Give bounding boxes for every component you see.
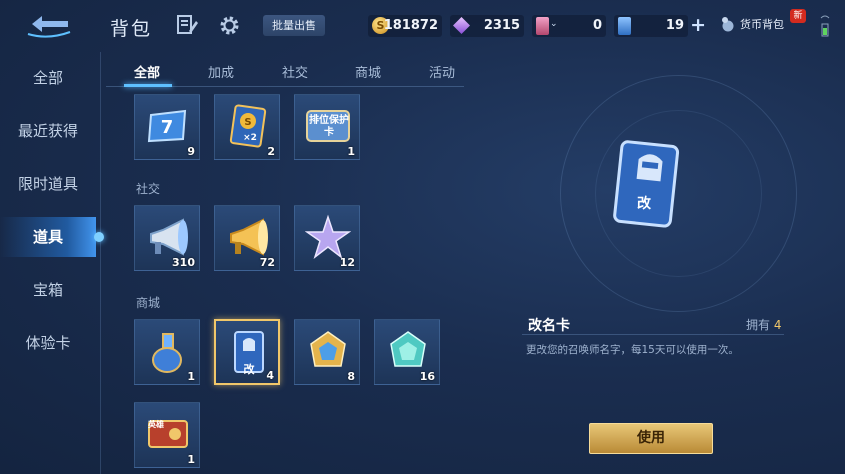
item-slot-double-gold-card[interactable]: S ×2 2 xyxy=(214,94,280,160)
item-description: 更改您的召唤师名字，每15天可以使用一次。 xyxy=(526,344,739,356)
pink-card-resource[interactable]: ⌄ 0 xyxy=(532,15,606,37)
sidebar-item-limited[interactable]: 限时道具 xyxy=(0,164,96,204)
tab-events[interactable]: 活动 xyxy=(429,62,455,81)
add-icon[interactable]: + xyxy=(690,14,706,36)
loudspeaker-icon xyxy=(150,218,188,256)
chevron-down-icon: ⌄ xyxy=(550,19,558,29)
edit-icon[interactable] xyxy=(177,15,199,35)
item-slot-rename-card[interactable]: 改 4 xyxy=(214,319,280,385)
golden-horn-icon xyxy=(230,218,268,256)
item-slot-gold-crystal[interactable]: 8 xyxy=(294,319,360,385)
star-icon xyxy=(305,214,351,260)
potion-bottle-icon xyxy=(152,333,182,373)
blue-card-resource: 19 + xyxy=(614,14,706,37)
category-tabs: 全部 加成 社交 商城 活动 xyxy=(106,58,464,87)
svg-text:7: 7 xyxy=(161,117,174,138)
sidebar-item-all[interactable]: 全部 xyxy=(0,58,96,98)
item-slot-star[interactable]: 12 xyxy=(294,205,360,271)
tab-bonus[interactable]: 加成 xyxy=(208,62,234,81)
tab-social[interactable]: 社交 xyxy=(282,62,308,81)
currency-bag-button[interactable]: 货币背包 xyxy=(740,16,784,32)
new-badge: 新 xyxy=(790,9,806,23)
diamond-icon xyxy=(453,17,470,34)
top-bar: 背包 批量出售 S 181872 2315 ⌄ 0 19 + 货币背包 新 xyxy=(0,0,845,52)
owned-count: 拥有 4 xyxy=(746,318,782,332)
pink-card-icon xyxy=(536,17,549,35)
item-slot-jade-crystal[interactable]: 16 xyxy=(374,319,440,385)
page-title: 背包 xyxy=(110,18,153,40)
item-slot-rank-protection-card[interactable]: 排位保护卡 1 xyxy=(294,94,360,160)
gear-icon[interactable] xyxy=(219,15,240,36)
gold-resource: S 181872 xyxy=(368,15,442,37)
7-day-card-icon: 7 xyxy=(147,109,187,143)
back-icon[interactable] xyxy=(22,10,74,38)
hero-card-icon xyxy=(148,420,188,448)
gold-crystal-icon xyxy=(310,331,346,367)
sidebar-item-props[interactable]: 道具 xyxy=(0,217,96,257)
coin-bag-icon xyxy=(722,17,734,32)
sidebar-divider xyxy=(100,52,101,474)
item-slot-loudspeaker[interactable]: 310 xyxy=(134,205,200,271)
blue-card-icon xyxy=(618,17,631,35)
item-slot-golden-horn[interactable]: 72 xyxy=(214,205,280,271)
item-slot-7-day-card[interactable]: 7 9 xyxy=(134,94,200,160)
signal-battery-icon xyxy=(820,15,830,37)
svg-text:S: S xyxy=(244,117,251,128)
diamond-resource: 2315 xyxy=(450,15,524,37)
svg-text:×2: ×2 xyxy=(243,133,257,143)
batch-sell-button[interactable]: 批量出售 xyxy=(263,15,325,36)
double-gold-card-icon: S ×2 xyxy=(229,104,267,148)
rename-card-large-icon xyxy=(613,140,680,228)
item-slot-hero-card[interactable]: 英雄 1 xyxy=(134,402,200,468)
tab-all[interactable]: 全部 xyxy=(134,62,160,81)
sidebar-item-chests[interactable]: 宝箱 xyxy=(0,270,96,310)
detail-divider xyxy=(522,334,784,335)
section-title-mall: 商城 xyxy=(136,296,161,310)
item-slot-potion[interactable]: 1 xyxy=(134,319,200,385)
sidebar-item-trial-cards[interactable]: 体验卡 xyxy=(0,323,96,363)
use-button[interactable]: 使用 xyxy=(589,423,713,454)
tab-mall[interactable]: 商城 xyxy=(355,62,381,81)
section-title-social: 社交 xyxy=(136,182,161,196)
jade-crystal-icon xyxy=(390,331,426,367)
item-name: 改名卡 xyxy=(528,318,570,334)
tab-underline xyxy=(124,84,172,87)
active-indicator xyxy=(94,232,104,242)
sidebar-item-recent[interactable]: 最近获得 xyxy=(0,111,96,151)
